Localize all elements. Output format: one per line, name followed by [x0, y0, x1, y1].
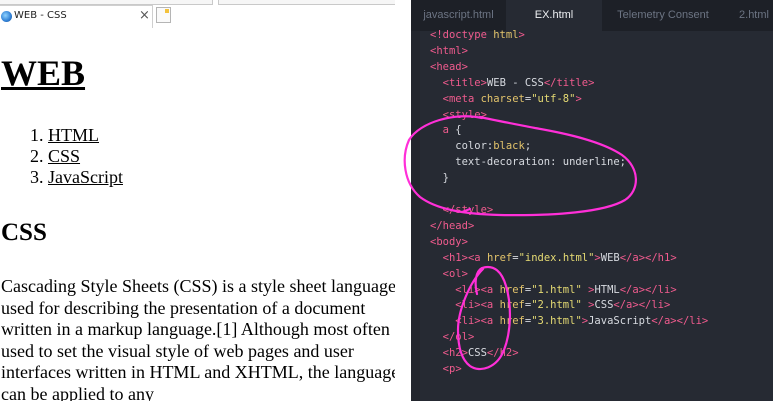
list-item: JavaScript — [48, 167, 123, 188]
search-bar-edge — [218, 0, 395, 5]
code-line[interactable]: </style> — [430, 203, 708, 219]
page-heading: WEB — [1, 52, 85, 94]
tab-title: WEB - CSS — [14, 10, 67, 21]
list-item: HTML — [48, 125, 123, 146]
tab-telemetry-consent[interactable]: Telemetry Consent — [602, 0, 724, 31]
code-line[interactable]: <style> — [430, 108, 708, 124]
link-css[interactable]: CSS — [48, 146, 80, 166]
link-javascript[interactable]: JavaScript — [48, 167, 123, 187]
new-tab-icon — [165, 9, 169, 13]
editor-tab-bar: javascript.html EX.html Telemetry Consen… — [411, 0, 773, 31]
code-line[interactable]: </ol> — [430, 330, 708, 346]
close-icon[interactable]: × — [139, 8, 150, 23]
code-line[interactable]: <body> — [430, 235, 708, 251]
tab-ex-html[interactable]: EX.html — [506, 0, 602, 31]
code-line[interactable] — [430, 187, 708, 203]
css-description-paragraph: Cascading Style Sheets (CSS) is a style … — [1, 276, 395, 401]
heading-link-web[interactable]: WEB — [1, 53, 85, 93]
code-line[interactable]: <h2>CSS</h2> — [430, 346, 708, 362]
code-line[interactable]: <ol> — [430, 267, 708, 283]
editor-gutter — [411, 31, 420, 401]
code-line[interactable]: </head> — [430, 219, 708, 235]
code-line[interactable]: color:black; — [430, 139, 708, 155]
code-line[interactable]: <title>WEB - CSS</title> — [430, 76, 708, 92]
globe-icon — [1, 11, 12, 22]
code-area[interactable]: <!doctype html> <html> <head> <title>WEB -… — [430, 28, 708, 378]
code-line[interactable]: <li><a href="2.html" >CSS</a></li> — [430, 298, 708, 314]
code-line[interactable]: } — [430, 171, 708, 187]
code-line[interactable]: <!doctype html> — [430, 28, 708, 44]
code-line[interactable]: <p> — [430, 362, 708, 378]
topic-list: HTML CSS JavaScript — [0, 125, 123, 188]
code-line[interactable]: <head> — [430, 60, 708, 76]
browser-tab-strip: WEB - CSS × — [0, 0, 395, 30]
code-line[interactable]: <meta charset="utf-8"> — [430, 92, 708, 108]
code-line[interactable]: a { — [430, 123, 708, 139]
section-heading: CSS — [1, 219, 47, 246]
code-line[interactable]: text-decoration: underline; — [430, 155, 708, 171]
tab-2-html[interactable]: 2.html — [724, 0, 773, 31]
code-line[interactable]: <li><a href="1.html" >HTML</a></li> — [430, 283, 708, 299]
code-line[interactable]: <h1><a href="index.html">WEB</a></h1> — [430, 251, 708, 267]
link-html[interactable]: HTML — [48, 125, 99, 145]
browser-tab[interactable]: WEB - CSS × — [0, 5, 153, 28]
browser-window: WEB - CSS × WEB HTML CSS JavaScript CSS … — [0, 0, 395, 401]
new-tab-button[interactable] — [156, 7, 171, 23]
tab-javascript-html[interactable]: javascript.html — [411, 0, 506, 31]
list-item: CSS — [48, 146, 123, 167]
code-line[interactable]: <li><a href="3.html">JavaScript</a></li> — [430, 314, 708, 330]
code-line[interactable]: <html> — [430, 44, 708, 60]
code-editor: javascript.html EX.html Telemetry Consen… — [411, 0, 773, 401]
